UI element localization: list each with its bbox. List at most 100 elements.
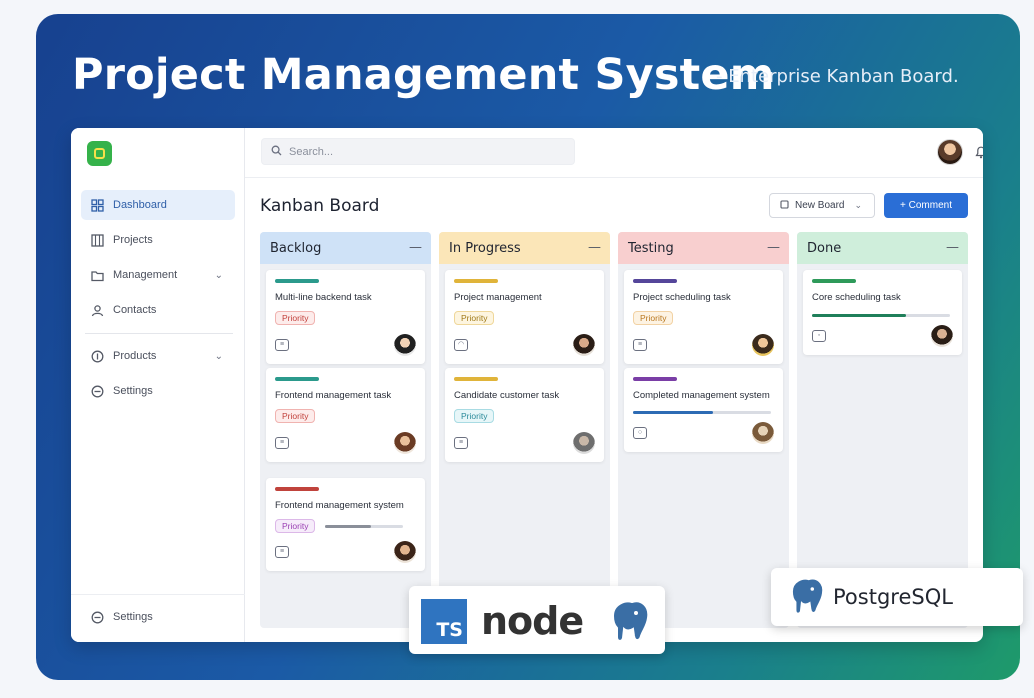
card-title: Frontend management system xyxy=(275,500,404,511)
priority-badge: Priority xyxy=(275,311,316,325)
bell-icon[interactable] xyxy=(971,142,983,162)
circle-icon xyxy=(91,350,104,363)
task-card[interactable]: Project management Priority ◠ xyxy=(445,270,604,364)
progress-fill xyxy=(633,411,714,414)
tech-stack-box: TS node xyxy=(409,586,665,654)
search-input[interactable] xyxy=(289,145,549,158)
sidebar-item-label: Dashboard xyxy=(113,199,167,211)
assignee-avatar[interactable] xyxy=(752,334,774,356)
task-card[interactable]: Completed management system ○ xyxy=(624,368,783,452)
typescript-logo: TS xyxy=(421,599,467,644)
subtask-icon: ≡ xyxy=(275,437,289,449)
search-icon xyxy=(271,143,282,161)
task-card[interactable]: Core scheduling task ◦ xyxy=(803,270,962,355)
subtask-icon: ○ xyxy=(633,427,647,439)
assignee-avatar[interactable] xyxy=(394,541,416,563)
new-board-button[interactable]: New Board ⌄ xyxy=(769,193,875,218)
nodejs-logo: node xyxy=(481,599,584,643)
column-menu-icon[interactable]: — xyxy=(767,240,780,255)
new-board-label: New Board xyxy=(795,200,845,211)
grid-icon xyxy=(91,198,104,212)
ts-label: TS xyxy=(436,619,463,641)
subtask-icon: ≡ xyxy=(633,339,647,351)
app-logo-icon[interactable] xyxy=(87,141,112,166)
postgres-elephant-icon xyxy=(785,574,829,623)
column-in-progress: In Progress — Project management Priorit… xyxy=(439,232,610,628)
sidebar-item-label: Products xyxy=(113,350,157,362)
column-testing: Testing — Project scheduling task Priori… xyxy=(618,232,789,628)
priority-badge: Priority xyxy=(633,311,674,325)
assignee-avatar[interactable] xyxy=(573,432,595,454)
assignee-avatar[interactable] xyxy=(752,422,774,444)
sidebar-item-label: Management xyxy=(113,269,178,281)
column-title: Testing xyxy=(628,240,674,256)
sidebar-divider xyxy=(85,333,233,334)
subtask-icon: ◠ xyxy=(454,339,468,351)
column-header: Backlog — xyxy=(260,232,431,264)
postgres-elephant-icon xyxy=(605,596,655,651)
subtask-icon: ≡ xyxy=(275,546,289,558)
card-color-strip xyxy=(812,279,856,283)
card-color-strip xyxy=(275,279,319,283)
sidebar-item-label: Contacts xyxy=(113,304,157,316)
postgresql-badge: PostgreSQL xyxy=(771,568,1023,626)
sidebar-item-projects[interactable]: Projects xyxy=(81,225,235,255)
card-title: Candidate customer task xyxy=(454,390,560,401)
assignee-avatar[interactable] xyxy=(394,334,416,356)
sidebar-item-settings[interactable]: Settings xyxy=(81,376,235,406)
sidebar-item-products[interactable]: Products ⌄ xyxy=(81,341,235,371)
task-card[interactable]: Project scheduling task Priority ≡ xyxy=(624,270,783,364)
card-color-strip xyxy=(633,279,677,283)
progress-fill xyxy=(325,524,371,528)
column-menu-icon[interactable]: — xyxy=(409,240,422,255)
page-title: Kanban Board xyxy=(260,196,380,216)
user-avatar[interactable] xyxy=(937,139,963,165)
search-box[interactable] xyxy=(261,138,575,165)
task-card[interactable]: Frontend management system Priority ≡ xyxy=(266,478,425,571)
folder-icon xyxy=(91,269,104,282)
hero-title: Project Management System xyxy=(72,50,775,100)
chevron-down-icon: ⌄ xyxy=(854,200,863,210)
sidebar-item-dashboard[interactable]: Dashboard xyxy=(81,190,235,220)
column-title: In Progress xyxy=(449,240,521,256)
task-card[interactable]: Multi-line backend task Priority ≡ xyxy=(266,270,425,364)
sidebar: Dashboard Projects Management ⌄ Contacts xyxy=(71,128,245,642)
sidebar-footer-divider xyxy=(71,594,245,595)
assignee-avatar[interactable] xyxy=(573,334,595,356)
hero-subtitle: - Enterprise Kanban Board. xyxy=(716,66,959,87)
comment-button[interactable]: + Comment xyxy=(884,193,968,218)
column-menu-icon[interactable]: — xyxy=(946,240,959,255)
sidebar-footer-settings[interactable]: Settings xyxy=(81,602,235,632)
column-header: Done — xyxy=(797,232,968,264)
column-header: Testing — xyxy=(618,232,789,264)
chevron-down-icon[interactable]: ⌄ xyxy=(215,270,223,281)
card-title: Project management xyxy=(454,292,542,303)
assignee-avatar[interactable] xyxy=(394,432,416,454)
app-window: Dashboard Projects Management ⌄ Contacts xyxy=(71,128,983,642)
sidebar-item-label: Settings xyxy=(113,611,153,623)
task-card[interactable]: Frontend management task Priority ≡ xyxy=(266,368,425,462)
priority-badge: Priority xyxy=(275,409,316,423)
chevron-down-icon[interactable]: ⌄ xyxy=(215,351,223,362)
board-icon xyxy=(91,233,104,247)
assignee-avatar[interactable] xyxy=(931,325,953,347)
topbar xyxy=(245,128,983,178)
card-color-strip xyxy=(454,279,498,283)
card-title: Project scheduling task xyxy=(633,292,731,303)
card-title: Multi-line backend task xyxy=(275,292,372,303)
progress-fill xyxy=(812,314,906,317)
card-color-strip xyxy=(633,377,677,381)
sidebar-item-label: Projects xyxy=(113,234,153,246)
subtask-icon: ≡ xyxy=(275,339,289,351)
gear-icon xyxy=(91,611,104,624)
postgresql-label: PostgreSQL xyxy=(833,585,953,609)
task-card[interactable]: Candidate customer task Priority ≡ xyxy=(445,368,604,462)
column-menu-icon[interactable]: — xyxy=(588,240,601,255)
card-color-strip xyxy=(275,487,319,491)
subtask-icon: ◦ xyxy=(812,330,826,342)
sidebar-item-label: Settings xyxy=(113,385,153,397)
card-color-strip xyxy=(275,377,319,381)
priority-badge: Priority xyxy=(454,311,495,325)
sidebar-item-contacts[interactable]: Contacts xyxy=(81,295,235,325)
sidebar-item-management[interactable]: Management ⌄ xyxy=(81,260,235,290)
